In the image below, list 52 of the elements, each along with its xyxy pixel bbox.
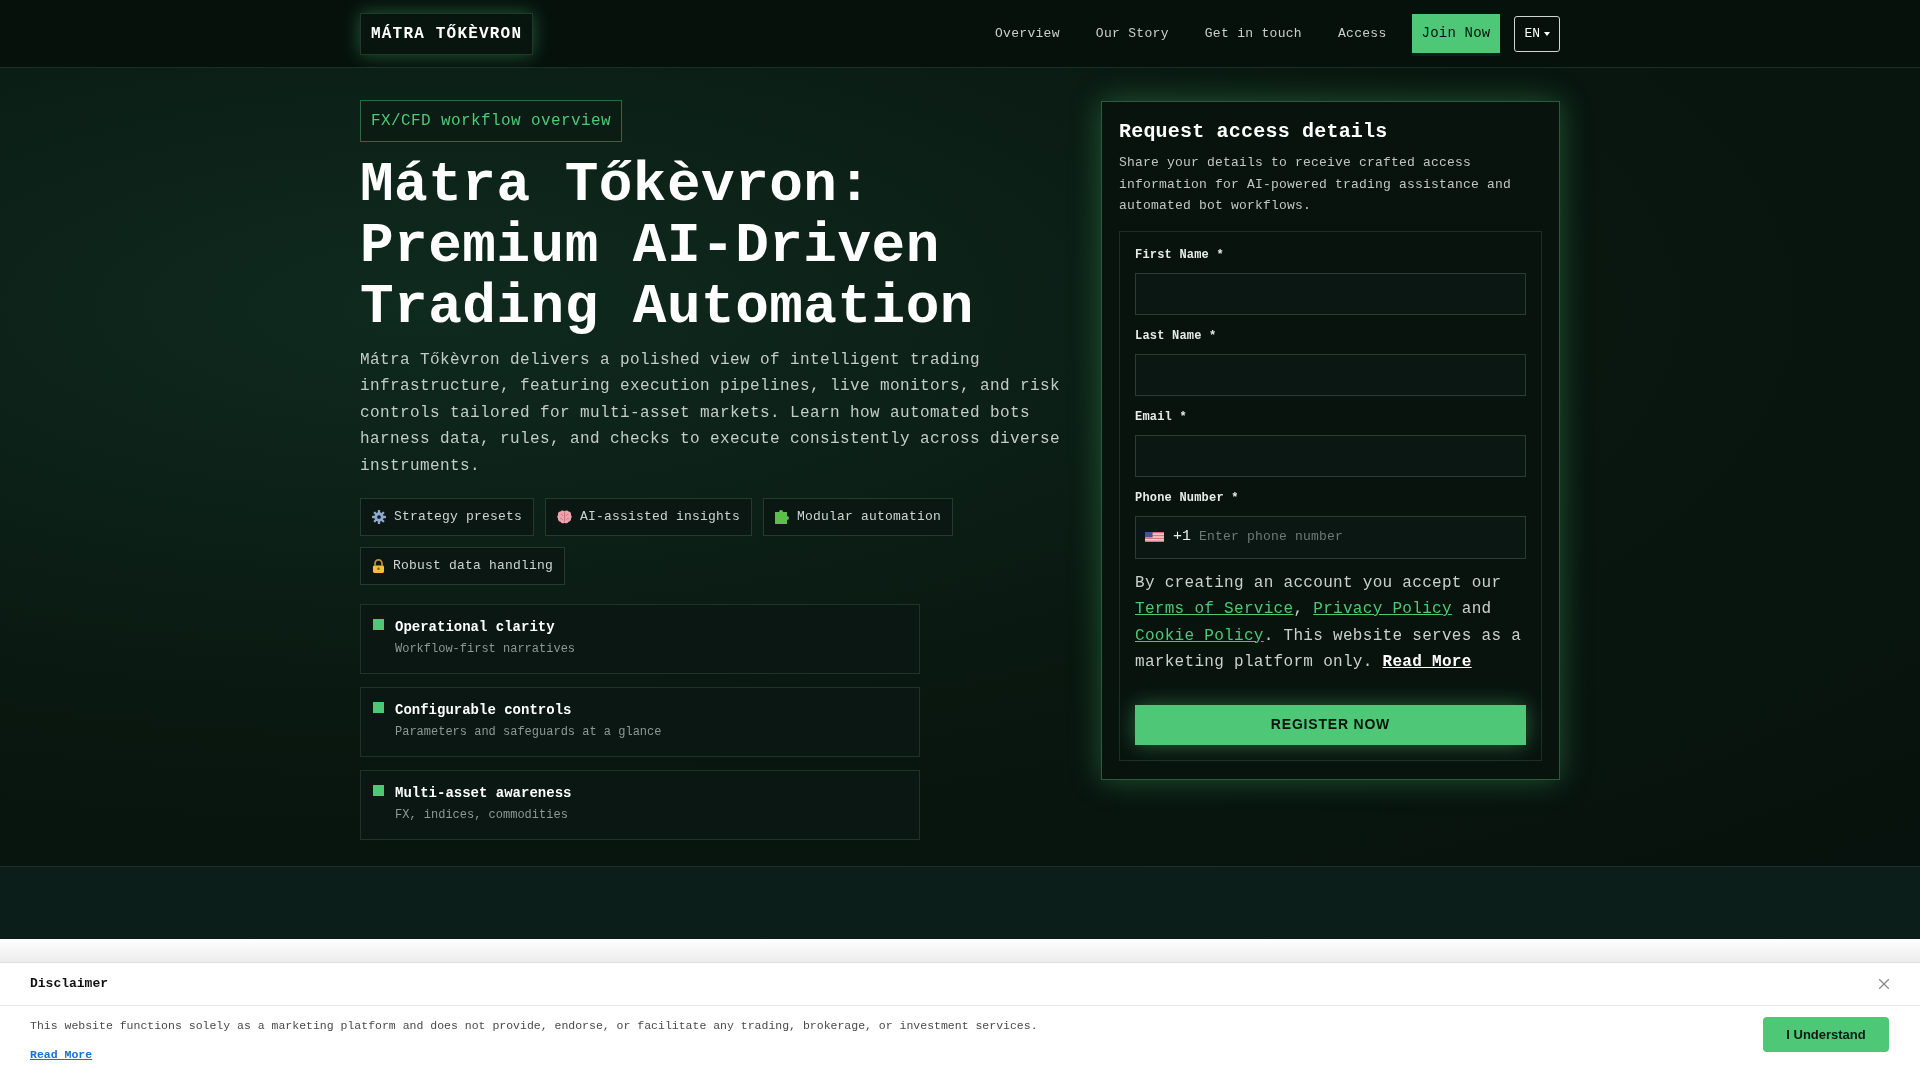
logo[interactable]: MÁTRA TŐKÈVRON: [360, 12, 534, 55]
disclaimer-text: This website functions solely as a marketing platform and does not provide, endorse, or facilitate any trading, brokerage, or investment services.: [30, 1018, 1038, 1034]
tag-label: Strategy presets: [394, 508, 523, 527]
nav-link[interactable]: Access: [1337, 23, 1387, 44]
brain-icon: [557, 510, 573, 525]
field-label: Phone Number *: [1135, 489, 1240, 506]
feature-subtitle: Workflow-first narratives: [395, 641, 576, 658]
category-badge: FX/CFD workflow overview: [360, 100, 623, 142]
feature-title: Multi-asset awareness: [395, 784, 572, 803]
square-marker-icon: [373, 619, 384, 631]
puzzle-icon: [775, 510, 790, 525]
tag-label: AI-assisted insights: [580, 508, 741, 527]
lock-icon: [372, 559, 385, 574]
nav-link[interactable]: Our Story: [1095, 23, 1169, 44]
input-field[interactable]: [1135, 272, 1526, 315]
input-field[interactable]: [1135, 434, 1526, 477]
nav-link[interactable]: Overview: [995, 23, 1060, 44]
feature-title: Configurable controls: [395, 701, 573, 720]
tag-label: Modular automation: [797, 508, 942, 527]
flag-icon[interactable]: [1145, 532, 1164, 542]
register-button[interactable]: REGISTER NOW: [1135, 704, 1526, 745]
nav-link[interactable]: Get in touch: [1204, 23, 1302, 44]
dial-code: +1: [1173, 527, 1191, 547]
phone-input[interactable]: Enter phone number: [1199, 527, 1516, 547]
understand-button[interactable]: I Understand: [1763, 1017, 1889, 1052]
hero-title: Mátra Tőkèvron: Premium AI-Driven Trading Automation: [360, 155, 975, 338]
field-label: First Name *: [1135, 246, 1225, 263]
consent-text: By creating an account you accept our Terms of Service, Privacy Policy and Cookie Policy. This website serves as a marketing platform only. Read More: [1135, 572, 1523, 673]
caret-icon: [1544, 31, 1550, 36]
read-more-link[interactable]: Read More: [30, 1047, 93, 1063]
feature-subtitle: FX, indices, commodities: [395, 807, 569, 824]
language-button[interactable]: EN: [1514, 15, 1560, 52]
hero-description: Mátra Tőkèvron delivers a polished view of intelligent trading infrastructure, featuring execution pipelines, live monitors, and risk controls tailored for multi-asset markets. Learn how automated bots harness data, rules, and checks to execute consistently across diverse instruments.: [360, 350, 1062, 477]
square-marker-icon: [373, 785, 384, 797]
disclaimer-title: Disclaimer: [30, 975, 108, 994]
close-icon[interactable]: [1879, 979, 1889, 989]
policy-link[interactable]: Cookie Policy: [1135, 626, 1264, 645]
form-title: Request access details: [1119, 119, 1389, 145]
feature-subtitle: Parameters and safeguards at a glance: [395, 724, 662, 741]
feature-title: Operational clarity: [395, 618, 556, 637]
field-label: Email *: [1135, 408, 1188, 425]
input-field[interactable]: [1135, 353, 1526, 396]
form-description: Share your details to receive crafted access information for AI-powered trading assistance and automated bot workflows.: [1119, 154, 1513, 215]
square-marker-icon: [373, 702, 384, 714]
phone-field[interactable]: +1 Enter phone number: [1135, 515, 1526, 559]
tag-label: Robust data handling: [393, 557, 554, 576]
read-more-link[interactable]: Read More: [1382, 653, 1472, 671]
policy-link[interactable]: Terms of Service: [1135, 600, 1294, 618]
field-label: Last Name *: [1135, 327, 1218, 344]
gear-icon: [372, 510, 386, 525]
policy-link[interactable]: Privacy Policy: [1313, 600, 1452, 618]
join-button[interactable]: Join Now: [1411, 14, 1501, 53]
